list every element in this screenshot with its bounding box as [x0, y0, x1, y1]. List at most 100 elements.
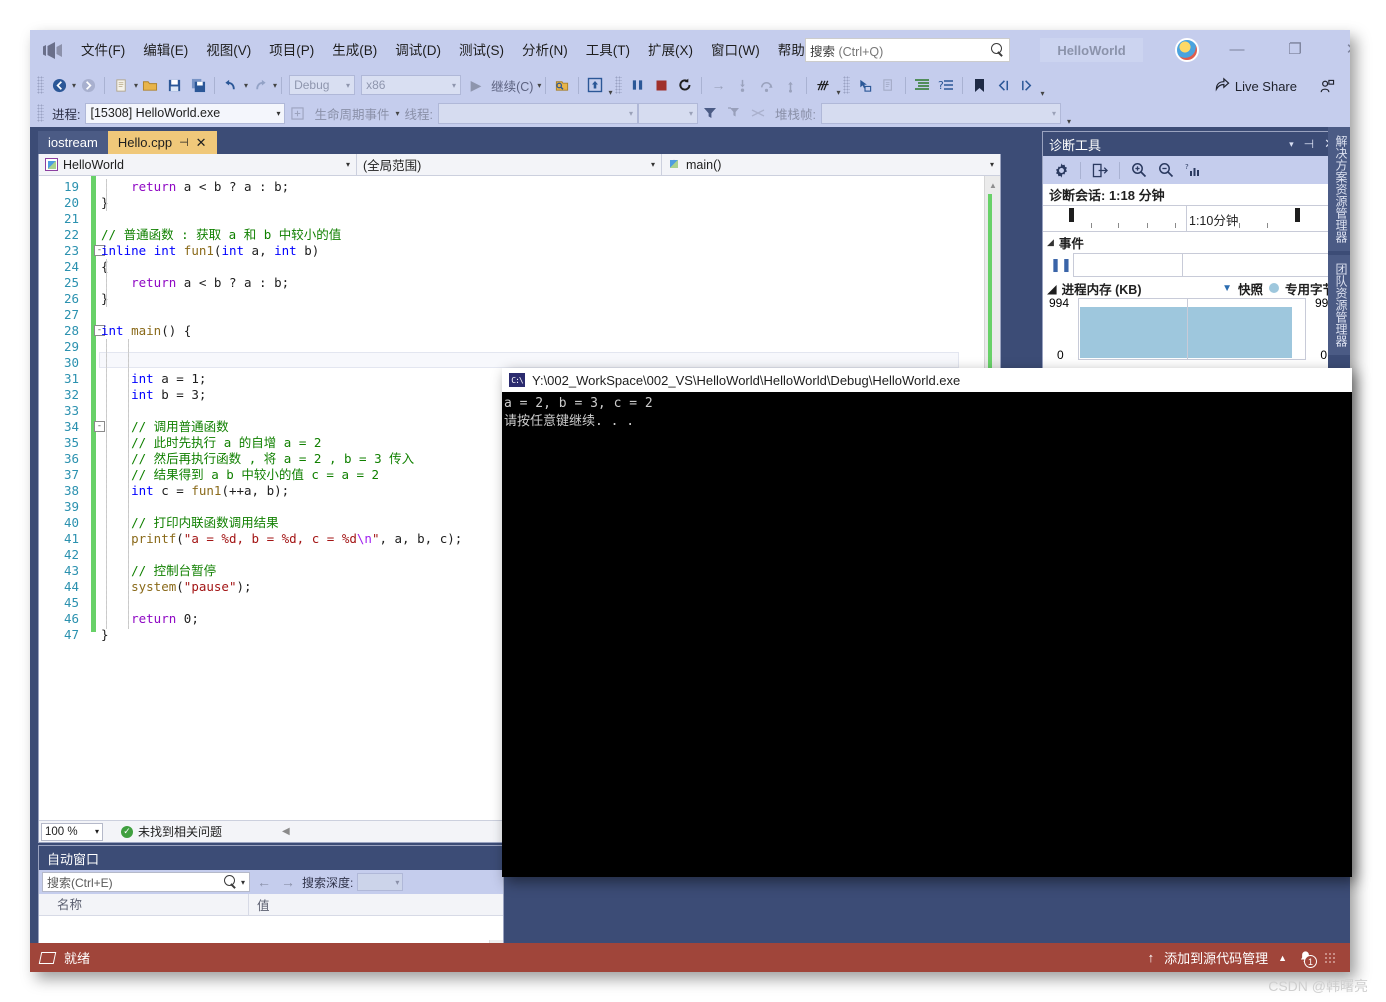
close-tab-icon[interactable]: ✕	[196, 135, 207, 151]
previous-bookmark-icon[interactable]	[991, 74, 1015, 96]
arrow-left-icon[interactable]: ←	[254, 874, 274, 890]
menu-window[interactable]: 窗口(W)	[702, 38, 769, 64]
process-combo[interactable]: [15308] HelloWorld.exe ▾	[85, 102, 286, 124]
step-into-icon[interactable]	[730, 74, 754, 96]
gear-icon[interactable]	[1049, 159, 1073, 181]
report-chart-icon[interactable]: ?	[1181, 159, 1205, 181]
menu-view[interactable]: 视图(V)	[197, 38, 260, 64]
menu-build[interactable]: 生成(B)	[323, 38, 386, 64]
menu-analyze[interactable]: 分析(N)	[513, 38, 577, 64]
new-file-icon[interactable]	[109, 74, 133, 96]
zoom-in-icon[interactable]	[1127, 159, 1151, 181]
continue-dropdown-caret[interactable]: ▾	[537, 81, 541, 90]
code-line[interactable]: 26}	[39, 291, 1000, 307]
toolbar-grip-2[interactable]	[615, 76, 623, 94]
console-window[interactable]: C:\ Y:\002_WorkSpace\002_VS\HelloWorld\H…	[502, 368, 1352, 877]
stackframe-combo[interactable]: ▾	[820, 102, 1061, 124]
open-folder-icon[interactable]	[138, 74, 162, 96]
events-track[interactable]	[1073, 253, 1335, 277]
hot-reload-icon[interactable]	[583, 74, 607, 96]
solution-configuration-combo[interactable]: Debug ▾	[289, 75, 356, 95]
menu-edit[interactable]: 编辑(E)	[134, 38, 197, 64]
navbar-member-dropdown[interactable]: main() ▾	[662, 154, 1000, 176]
undo-icon[interactable]	[219, 74, 243, 96]
maximize-button[interactable]: ❐	[1273, 34, 1317, 64]
menu-tools[interactable]: 工具(T)	[577, 38, 639, 64]
editor-tab-iostream[interactable]: iostream	[38, 131, 108, 154]
navigate-forward-icon[interactable]	[76, 74, 100, 96]
stop-debug-icon[interactable]	[649, 74, 673, 96]
flag-threads-icon[interactable]	[746, 102, 770, 124]
navbar-project-dropdown[interactable]: HelloWorld ▾	[39, 153, 357, 176]
editor-tab-hello-cpp[interactable]: Hello.cpp ⊣ ✕	[107, 131, 217, 154]
menu-debug[interactable]: 调试(D)	[386, 38, 450, 64]
continue-label[interactable]: 继续(C)	[488, 76, 536, 95]
scroll-up-button[interactable]: ▲	[985, 178, 1000, 192]
step-over-icon[interactable]	[754, 74, 778, 96]
add-to-source-control-button[interactable]: 添加到源代码管理	[1164, 948, 1268, 967]
issue-prev-icon[interactable]: ◀	[282, 826, 290, 837]
code-line[interactable]: 28- int main() {	[39, 323, 1000, 339]
navigate-back-icon[interactable]	[47, 74, 71, 96]
solution-platform-combo[interactable]: x86 ▾	[361, 75, 462, 95]
menu-project[interactable]: 项目(P)	[260, 38, 323, 64]
person-add-icon[interactable]	[1314, 76, 1340, 97]
intellitrace-icon[interactable]	[811, 74, 835, 96]
search-depth-combo[interactable]: ▾	[357, 873, 404, 891]
code-line[interactable]: 19 return a < b ? a : b;	[39, 179, 1000, 195]
source-control-caret-icon[interactable]: ▲	[1278, 953, 1287, 963]
debug-toolbar-overflow-caret[interactable]: ▾	[1067, 117, 1071, 126]
toolbar-grip-3[interactable]	[843, 76, 851, 94]
close-button[interactable]: ✕	[1330, 34, 1350, 64]
menu-extensions[interactable]: 扩展(X)	[639, 38, 702, 64]
code-line[interactable]: 21	[39, 211, 1000, 227]
thread-combo[interactable]: ▾	[438, 102, 638, 124]
filter-threads-icon[interactable]	[722, 102, 746, 124]
resize-grip-icon[interactable]	[1324, 951, 1336, 964]
lifecycle-events-icon[interactable]	[285, 102, 309, 124]
user-avatar[interactable]	[1175, 38, 1199, 62]
autos-search-input[interactable]: 搜索(Ctrl+E) ▾	[42, 872, 250, 892]
break-all-icon[interactable]	[625, 74, 649, 96]
notification-bell-icon[interactable]: 1	[1297, 949, 1317, 968]
code-line[interactable]: 27	[39, 307, 1000, 323]
filter-icon[interactable]	[698, 102, 722, 124]
toolbar-overflow-caret[interactable]: ▾	[1040, 89, 1044, 98]
bookmark-icon[interactable]	[967, 74, 991, 96]
export-icon[interactable]	[1088, 159, 1112, 181]
dock-tab-team-explorer[interactable]: 团队资源管理器	[1328, 255, 1350, 355]
redo-icon[interactable]	[248, 74, 272, 96]
quick-search-input[interactable]: 搜索 (Ctrl+Q)	[805, 38, 1010, 62]
restart-icon[interactable]	[673, 74, 697, 96]
live-share-button[interactable]: Live Share	[1209, 74, 1302, 98]
menu-file[interactable]: 文件(F)	[72, 38, 134, 64]
process-memory-chart[interactable]: 994 994 0 0	[1047, 296, 1337, 362]
code-line[interactable]: 20}	[39, 195, 1000, 211]
code-line[interactable]: 24 {	[39, 259, 1000, 275]
debug-toolbar-grip[interactable]	[37, 104, 44, 122]
zoom-out-icon[interactable]	[1154, 159, 1178, 181]
minimize-button[interactable]: —	[1215, 34, 1259, 64]
save-icon[interactable]	[162, 74, 186, 96]
console-output[interactable]: a = 2, b = 3, c = 2 请按任意键继续. . .	[502, 392, 1352, 877]
pin-icon[interactable]: ⊣	[1304, 137, 1314, 151]
quick-help-icon[interactable]: ?	[934, 74, 958, 96]
show-next-statement-icon[interactable]: →	[706, 74, 730, 96]
toolbar-grip[interactable]	[37, 76, 44, 94]
memory-section-header[interactable]: ◢ 进程内存 (KB) ▼ 快照 专用字节	[1043, 278, 1341, 298]
events-section-header[interactable]: ◢ 事件	[1043, 232, 1341, 252]
menu-test[interactable]: 测试(S)	[450, 38, 513, 64]
uncomment-icon[interactable]	[877, 74, 901, 96]
code-line[interactable]: 29	[39, 339, 1000, 355]
hot-reload-dropdown-caret[interactable]: ▾	[608, 88, 612, 97]
chevron-down-icon[interactable]: ▾	[1289, 139, 1294, 150]
intellitrace-dropdown-caret[interactable]: ▾	[836, 88, 840, 97]
navbar-scope-dropdown[interactable]: (全局范围) ▾	[357, 153, 662, 176]
lifecycle-events-label[interactable]: 生命周期事件	[309, 104, 394, 123]
code-line[interactable]: 25 return a < b ? a : b;	[39, 275, 1000, 291]
dock-tab-solution-explorer[interactable]: 解决方案资源管理器	[1328, 127, 1350, 251]
code-line[interactable]: 22 // 普通函数 : 获取 a 和 b 中较小的值	[39, 227, 1000, 243]
select-box-icon[interactable]	[853, 74, 877, 96]
diagnostic-timeline-ruler[interactable]: 1:10分钟	[1043, 206, 1341, 232]
pin-tab-icon[interactable]: ⊣	[179, 136, 189, 149]
